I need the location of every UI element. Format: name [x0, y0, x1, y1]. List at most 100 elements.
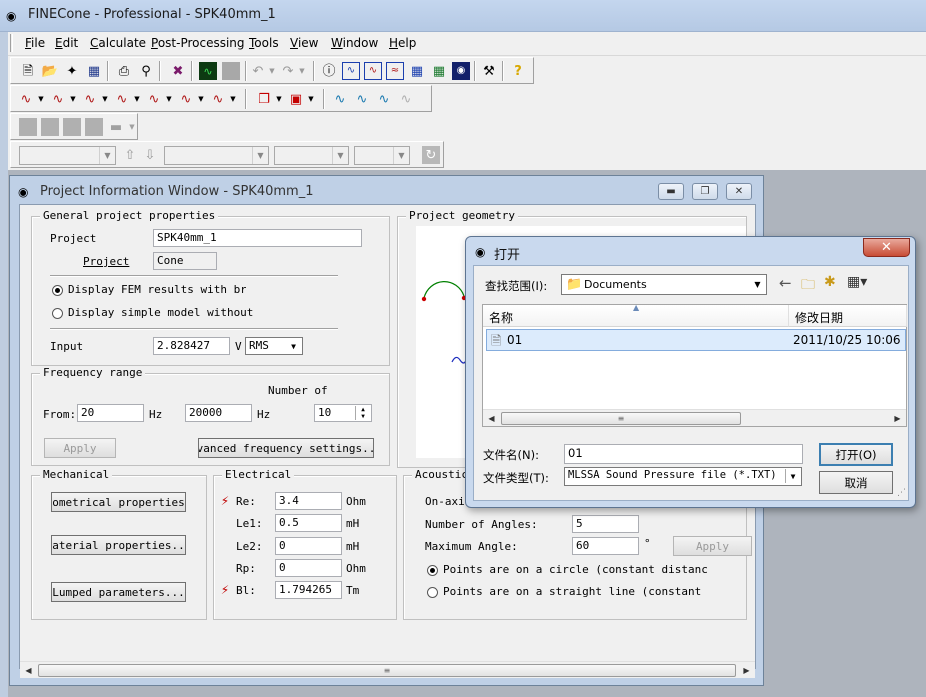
arrow-up-icon: ⇧ — [124, 147, 136, 163]
curve-3-dropdown-icon[interactable]: ▼ — [96, 90, 114, 108]
app-titlebar[interactable]: ◉ FINECone - Professional - SPK40mm_1 — [0, 0, 926, 32]
rp-field[interactable]: 0 — [275, 559, 342, 577]
input-mode-select[interactable]: RMS ▼ — [245, 337, 303, 355]
resize-grip-icon[interactable]: ⋰ — [897, 488, 906, 498]
menu-calculate[interactable]: Calculate — [90, 36, 146, 50]
advanced-frequency-button[interactable]: dvanced frequency settings... — [198, 438, 374, 458]
file-list[interactable]: 名称 ▲ 修改日期 🗎 01 2011/10/25 10:06 ◀ ≡ ▶ — [482, 303, 907, 427]
hammer-icon[interactable]: ⚒ — [480, 62, 498, 80]
spin-down-icon[interactable]: ▼ — [356, 413, 370, 420]
file-list-hscrollbar[interactable]: ◀ ≡ ▶ — [483, 409, 906, 426]
impedance-chart-icon[interactable]: ∿ — [364, 62, 382, 80]
menu-bar: File Edit Calculate Post-Processing Tool… — [8, 32, 926, 56]
look-in-select[interactable]: 📁 Documents ▼ — [561, 274, 767, 295]
simple-model-label[interactable]: Display simple model without bre — [68, 306, 258, 319]
frequency-to-field[interactable]: 20000 — [185, 404, 252, 422]
table-chart-icon[interactable]: ▦ — [430, 62, 448, 80]
open-button[interactable]: 打开(O) — [819, 443, 893, 466]
grid-chart-icon[interactable]: ▦ — [408, 62, 426, 80]
menu-view[interactable]: View — [290, 36, 318, 50]
paste-red-dropdown-icon[interactable]: ▼ — [302, 90, 320, 108]
geometrical-properties-button[interactable]: eometrical properties. — [51, 492, 186, 512]
le2-field[interactable]: 0 — [275, 537, 342, 555]
column-header-date[interactable]: 修改日期 — [789, 305, 907, 327]
dialog-close-button[interactable]: ✕ — [863, 238, 910, 257]
dialog-title: 打开 — [494, 248, 521, 263]
animation-icon[interactable]: ◉ — [452, 62, 470, 80]
oscilloscope-icon[interactable]: ∿ — [199, 62, 217, 80]
scroll-right-icon[interactable]: ▶ — [738, 662, 755, 679]
overlay-3-icon[interactable]: ∿ — [375, 90, 393, 108]
surround-curve — [451, 356, 467, 364]
maximize-button[interactable]: ❐ — [692, 183, 718, 200]
close-button[interactable]: ✕ — [726, 183, 752, 200]
curve-4-dropdown-icon[interactable]: ▼ — [128, 90, 146, 108]
maximum-angle-field[interactable]: 60 — [572, 537, 639, 555]
menu-edit[interactable]: Edit — [55, 36, 78, 50]
print-icon[interactable]: ⎙ — [115, 62, 133, 80]
spin-buttons[interactable]: ▲ ▼ — [355, 406, 370, 420]
project-window-hscrollbar[interactable]: ◀ ≡ ▶ — [20, 661, 755, 678]
fem-results-label[interactable]: Display FEM results with breal — [68, 283, 246, 296]
cancel-button[interactable]: 取消 — [819, 471, 893, 494]
minimize-button[interactable]: ▬ — [658, 183, 684, 200]
save-icon[interactable]: ▦ — [85, 62, 103, 80]
filename-field[interactable]: 01 — [564, 444, 803, 464]
line-points-label[interactable]: Points are on a straight line (constant … — [443, 585, 708, 598]
overlay-1-icon[interactable]: ∿ — [331, 90, 349, 108]
curve-1-dropdown-icon[interactable]: ▼ — [32, 90, 50, 108]
curve-2-dropdown-icon[interactable]: ▼ — [64, 90, 82, 108]
overlay-2-icon[interactable]: ∿ — [353, 90, 371, 108]
scrollbar-thumb[interactable]: ≡ — [501, 412, 741, 425]
scroll-left-icon[interactable]: ◀ — [483, 410, 500, 427]
view-menu-icon[interactable]: ▦▾ — [847, 274, 867, 290]
back-arrow-icon[interactable]: ← — [779, 274, 792, 292]
curve-6-dropdown-icon[interactable]: ▼ — [192, 90, 210, 108]
info-icon[interactable]: ⓘ — [320, 62, 338, 80]
input-voltage-field[interactable]: 2.828427 — [153, 337, 230, 355]
directivity-chart-icon[interactable]: ≈ — [386, 62, 404, 80]
lumped-parameters-button[interactable]: Lumped parameters... — [51, 582, 186, 602]
number-of-points-field[interactable]: 10 ▲ ▼ — [314, 404, 372, 422]
help-icon[interactable]: ? — [509, 62, 527, 80]
response-chart-icon[interactable]: ∿ — [342, 62, 360, 80]
filetype-select[interactable]: MLSSA Sound Pressure file (*.TXT) ▼ — [564, 467, 802, 486]
frequency-from-field[interactable]: 20 — [77, 404, 144, 422]
line-points-radio[interactable] — [427, 587, 438, 598]
menu-file[interactable]: File — [25, 36, 45, 50]
fem-results-radio[interactable] — [52, 285, 63, 296]
curve-7-dropdown-icon[interactable]: ▼ — [224, 90, 242, 108]
standard-toolbar: 🗎 📂 ✦ ▦ ⎙ ⚲ ✖ ∿ ↶ ▼ ↷ ▼ ⓘ ∿ ∿ ≈ ▦ ▦ ◉ ⚒ … — [10, 57, 534, 84]
up-folder-icon[interactable]: 🗀 — [801, 274, 815, 298]
le1-field[interactable]: 0.5 — [275, 514, 342, 532]
mesh-icon[interactable]: ✖ — [169, 62, 187, 80]
project-name-field[interactable]: SPK40mm_1 — [153, 229, 362, 247]
number-of-angles-field[interactable]: 5 — [572, 515, 639, 533]
new-folder-icon[interactable]: ✱ — [824, 274, 836, 290]
material-properties-button[interactable]: Material properties... — [51, 535, 186, 555]
re-field[interactable]: 3.4 — [275, 492, 342, 510]
scrollbar-thumb[interactable]: ≡ — [38, 664, 736, 677]
new-file-icon[interactable]: 🗎 — [19, 62, 37, 80]
menu-window[interactable]: Window — [331, 36, 378, 50]
model-toolbar: ▬ ▼ — [10, 113, 138, 140]
mechanical-group: Mechanical eometrical properties. Materi… — [31, 468, 207, 620]
simple-model-radio[interactable] — [52, 308, 63, 319]
circle-points-radio[interactable] — [427, 565, 438, 576]
wand-icon[interactable]: ✦ — [63, 62, 81, 80]
scroll-right-icon[interactable]: ▶ — [889, 410, 906, 427]
minimize-icon: ▬ — [666, 186, 676, 197]
open-folder-icon[interactable]: 📂 — [41, 62, 59, 80]
menu-tools[interactable]: Tools — [249, 36, 279, 50]
bl-field[interactable]: 1.794265 — [275, 581, 342, 599]
scroll-left-icon[interactable]: ◀ — [20, 662, 37, 679]
circle-points-label[interactable]: Points are on a circle (constant distanc… — [443, 563, 708, 576]
spin-up-icon[interactable]: ▲ — [356, 406, 370, 413]
separator — [50, 275, 338, 277]
menu-help[interactable]: Help — [389, 36, 416, 50]
file-row[interactable]: 🗎 01 2011/10/25 10:06 — [486, 329, 906, 351]
print-preview-icon[interactable]: ⚲ — [137, 62, 155, 80]
curve-5-dropdown-icon[interactable]: ▼ — [160, 90, 178, 108]
menu-post-processing[interactable]: Post-Processing — [151, 36, 245, 50]
copy-red-dropdown-icon[interactable]: ▼ — [270, 90, 288, 108]
